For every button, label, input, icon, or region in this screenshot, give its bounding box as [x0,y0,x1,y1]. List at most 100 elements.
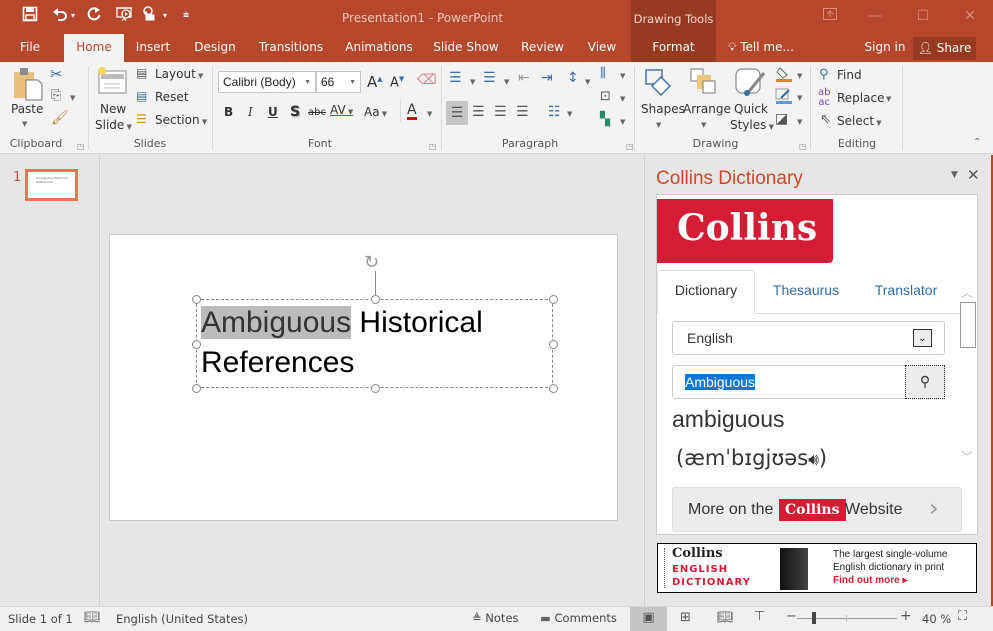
tab-insert[interactable]: Insert [128,34,178,62]
shapes-label[interactable]: Shapes [641,102,685,116]
new-slide-icon[interactable] [96,66,128,98]
audio-speaker-icon[interactable]: 🔊︎ [808,450,819,470]
decrease-indent-icon[interactable]: ⇤ [518,70,530,86]
bullets-dropdown-icon[interactable]: ▼ [470,78,475,86]
justify-icon[interactable]: ☰ [516,104,529,120]
copy-dropdown-icon[interactable]: ▼ [70,94,75,102]
tell-me-box[interactable]: 💡︎ Tell me... [728,34,808,62]
tab-design[interactable]: Design [188,34,242,62]
resize-handle[interactable] [549,295,558,304]
resize-handle[interactable] [549,340,558,349]
select-cursor-icon[interactable]: ⇖ [820,112,831,127]
shapes-dropdown-icon[interactable]: ▼ [656,121,661,129]
more-on-collins-button[interactable]: More on the Collins Website › [672,487,962,532]
shape-effects-icon[interactable]: ◪ [775,111,788,127]
resize-handle[interactable] [371,384,380,393]
tab-review[interactable]: Review [515,34,570,62]
zoom-slider-thumb[interactable] [812,612,816,624]
notes-button[interactable]: ≜ Notes [472,611,519,625]
spell-check-icon[interactable]: 📖︎ [84,610,101,625]
fit-slide-icon[interactable]: ⛶ [958,609,967,624]
text-direction-icon[interactable]: ⫼ [600,66,606,81]
zoom-in-button[interactable]: + [900,608,912,624]
language-status[interactable]: English (United States) [116,612,248,626]
zoom-out-button[interactable]: − [786,609,797,624]
touch-dropdown-icon[interactable]: ▾ [160,6,170,26]
align-text-dropdown-icon[interactable]: ▼ [620,95,625,103]
ribbon-display-options-icon[interactable] [815,6,845,26]
arrange-label[interactable]: Arrange [683,102,731,116]
task-pane-options-icon[interactable]: ▼ [951,170,958,180]
quick-styles-label-1[interactable]: Quick [734,102,768,116]
start-from-beginning-icon[interactable] [113,6,135,26]
layout-icon[interactable]: ▤ [136,66,147,80]
slide-sorter-view-icon[interactable]: ⊞ [680,610,691,625]
sign-in-link[interactable]: Sign in [862,34,908,62]
task-pane-close-icon[interactable]: ✕ [967,166,980,184]
task-pane-scrollbar-thumb[interactable] [960,302,976,348]
cut-icon[interactable]: ✂ [50,65,63,83]
ad-find-out-more-link[interactable]: Find out more ▸ [833,575,907,586]
tab-home[interactable]: Home [64,34,124,62]
font-name-combo[interactable]: Calibri (Body) ▼ [218,71,316,93]
quick-styles-label-2[interactable]: Styles ▼ [730,118,774,132]
scroll-up-icon[interactable]: ︿ [961,284,973,301]
smartart-dropdown-icon[interactable]: ▼ [620,118,625,126]
tab-translator[interactable]: Translator [862,270,950,312]
resize-handle[interactable] [192,340,201,349]
replace-button[interactable]: Replace [837,91,884,105]
smartart-icon[interactable]: ▚ [600,112,610,127]
close-icon[interactable]: ✕ [955,6,985,26]
tab-file[interactable]: File [8,34,52,62]
resize-handle[interactable] [192,384,201,393]
minimize-icon[interactable]: — [860,6,890,26]
bullets-icon[interactable]: ☰ [449,70,462,86]
resize-handle[interactable] [549,384,558,393]
language-dropdown-icon[interactable]: ⌄ [913,329,932,347]
change-case-button[interactable]: Aa ▼ [364,105,387,119]
columns-icon[interactable]: ☷ [548,104,561,120]
text-direction-dropdown-icon[interactable]: ▼ [620,72,625,80]
reading-view-icon[interactable]: 📖︎ [717,610,734,625]
shape-outline-dropdown-icon[interactable]: ▼ [797,94,802,102]
arrange-dropdown-icon[interactable]: ▼ [701,121,706,129]
undo-icon[interactable] [50,6,70,26]
align-left-button[interactable]: ☰ [446,101,468,125]
normal-view-button[interactable]: ▣ [630,607,667,631]
copy-icon[interactable]: ⎘ [51,88,61,103]
line-spacing-icon[interactable]: ↕ [567,70,579,86]
search-input[interactable]: Ambiguous [672,365,907,399]
new-slide-label-2[interactable]: Slide ▼ [95,118,132,132]
align-right-icon[interactable]: ☰ [494,104,507,120]
bold-button[interactable]: B [224,105,233,119]
layout-button[interactable]: Layout ▼ [155,67,203,81]
shapes-icon[interactable] [644,67,674,97]
numbering-dropdown-icon[interactable]: ▼ [504,78,509,86]
section-icon[interactable]: ☰ [136,112,147,126]
shape-fill-dropdown-icon[interactable]: ▼ [797,72,802,80]
tab-transitions[interactable]: Transitions [252,34,330,62]
columns-dropdown-icon[interactable]: ▼ [567,110,572,118]
tab-view[interactable]: View [580,34,624,62]
comments-button[interactable]: ▬ Comments [540,611,617,625]
strikethrough-button[interactable]: abc [308,107,326,118]
numbering-icon[interactable]: ☰ [483,70,496,86]
select-button[interactable]: Select ▼ [837,114,882,128]
align-text-icon[interactable]: ⊡ [600,89,611,104]
clipboard-launcher-icon[interactable]: ◳ [77,142,85,151]
paste-icon[interactable] [12,66,44,102]
font-color-button[interactable]: A [407,103,417,120]
grow-font-button[interactable]: A▲ [367,73,383,91]
scroll-down-icon[interactable]: ﹀ [961,448,973,465]
rotate-handle-icon[interactable]: ↻ [364,254,379,272]
undo-dropdown-icon[interactable]: ▾ [68,6,78,26]
italic-button[interactable]: I [248,105,253,119]
reset-icon[interactable]: ▤ [136,89,147,103]
paragraph-launcher-icon[interactable]: ◳ [626,142,634,151]
shape-fill-icon[interactable] [775,66,793,82]
drawing-launcher-icon[interactable]: ◳ [799,142,807,151]
customize-qat-icon[interactable]: ⩧ [180,6,192,26]
quick-styles-icon[interactable] [734,67,766,99]
replace-dropdown-icon[interactable]: ▼ [886,95,891,103]
resize-handle[interactable] [192,295,201,304]
